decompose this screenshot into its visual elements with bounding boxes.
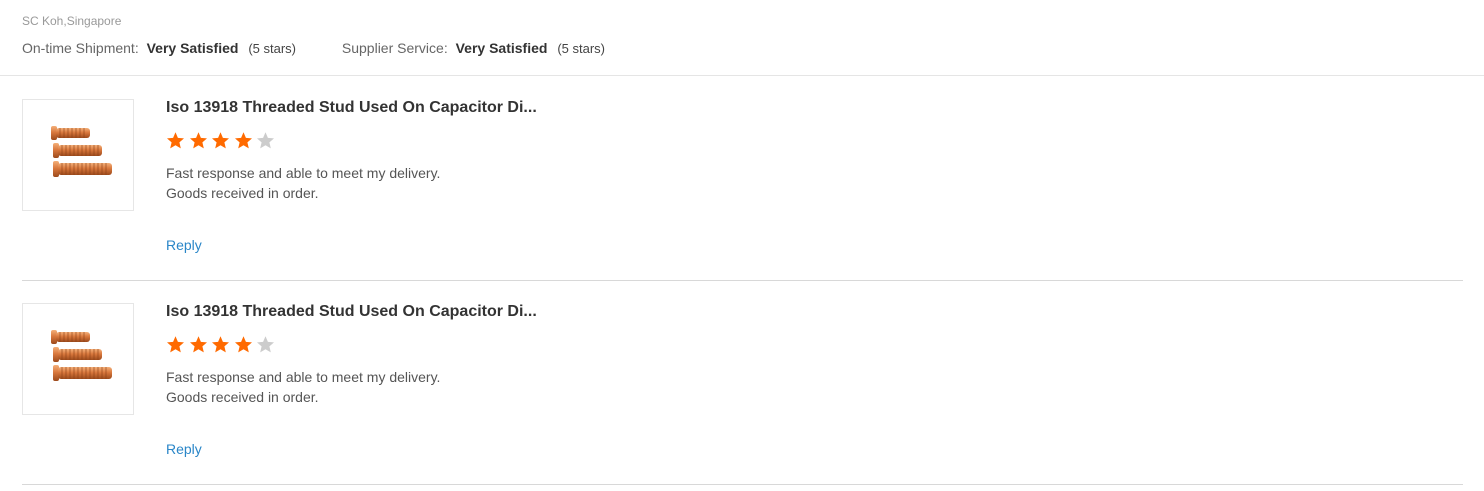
review-comment: Fast response and able to meet my delive… [166,367,440,407]
reviewer-name: SC Koh,Singapore [22,14,122,28]
star-filled-icon [211,131,230,150]
product-title[interactable]: Iso 13918 Threaded Stud Used On Capacito… [166,99,537,117]
copper-threaded-stud-image [51,126,112,177]
supplier-ratings: On-time Shipment: Very Satisfied (5 star… [22,40,605,56]
star-filled-icon [189,131,208,150]
rating-stars-text: (5 stars) [557,41,605,56]
rating-on-time-shipment: On-time Shipment: Very Satisfied (5 star… [22,40,296,56]
review-comment-line: Goods received in order. [166,389,319,405]
review-page: SC Koh,Singapore On-time Shipment: Very … [0,0,1484,491]
review-item: Iso 13918 Threaded Stud Used On Capacito… [22,303,1463,485]
reply-link[interactable]: Reply [166,441,202,457]
rating-label: Supplier Service: [341,40,448,56]
product-thumbnail[interactable] [22,303,134,415]
review-comment-line: Fast response and able to meet my delive… [166,165,441,181]
review-comment: Fast response and able to meet my delive… [166,163,440,203]
star-filled-icon [189,335,208,354]
star-empty-icon [256,335,275,354]
rating-value: Very Satisfied [146,40,239,56]
reply-link[interactable]: Reply [166,237,202,253]
rating-stars-text: (5 stars) [248,41,296,56]
star-empty-icon [256,131,275,150]
star-filled-icon [211,335,230,354]
rating-label: On-time Shipment: [22,40,139,56]
rating-value: Very Satisfied [455,40,548,56]
review-header: SC Koh,Singapore On-time Shipment: Very … [0,0,1484,76]
review-item: Iso 13918 Threaded Stud Used On Capacito… [22,99,1463,281]
product-title[interactable]: Iso 13918 Threaded Stud Used On Capacito… [166,303,537,321]
star-filled-icon [166,335,185,354]
copper-threaded-stud-image [51,330,112,381]
review-comment-line: Fast response and able to meet my delive… [166,369,441,385]
star-filled-icon [234,131,253,150]
star-filled-icon [166,131,185,150]
review-comment-line: Goods received in order. [166,185,319,201]
product-thumbnail[interactable] [22,99,134,211]
star-rating [166,131,279,151]
star-filled-icon [234,335,253,354]
rating-supplier-service: Supplier Service: Very Satisfied (5 star… [342,40,605,56]
star-rating [166,335,279,355]
